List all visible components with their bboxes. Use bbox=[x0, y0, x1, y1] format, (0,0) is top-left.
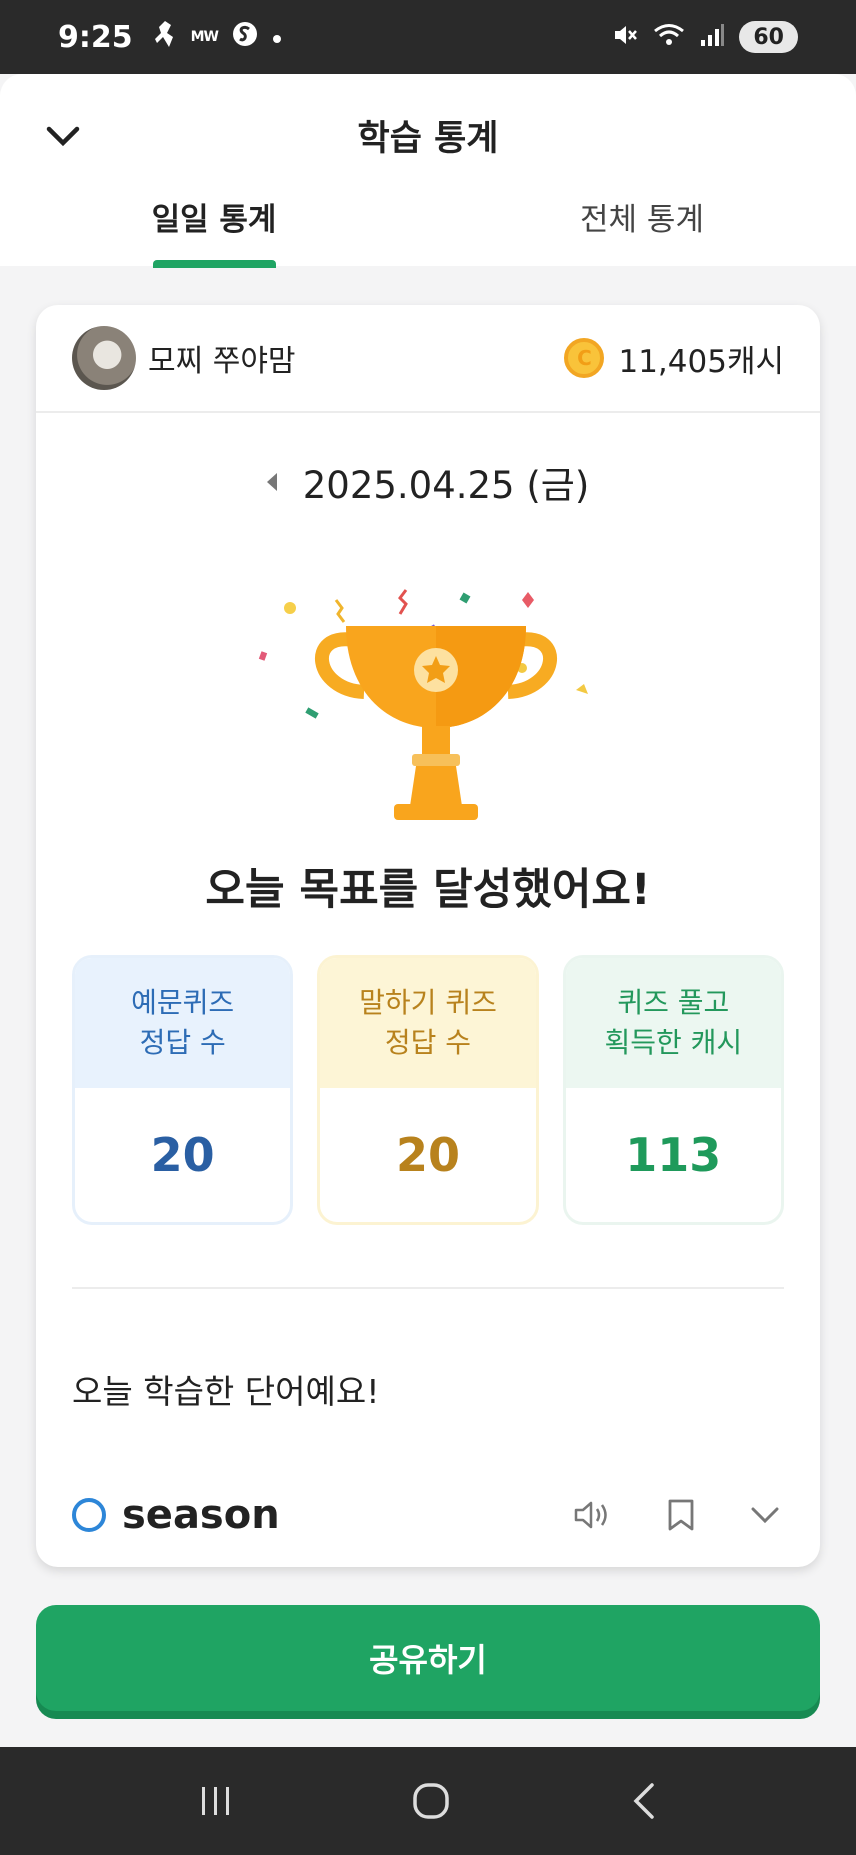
active-tab-indicator bbox=[153, 260, 276, 268]
runner-icon bbox=[151, 19, 177, 55]
dot-icon bbox=[272, 25, 282, 50]
trophy-icon bbox=[258, 589, 588, 820]
profile-name: 모찌 쭈야맘 bbox=[148, 344, 296, 379]
stat-value: 20 bbox=[395, 1128, 460, 1182]
signal-icon bbox=[699, 22, 725, 52]
status-left-icons: MW bbox=[151, 19, 282, 55]
system-nav-bar bbox=[0, 1747, 856, 1855]
avatar bbox=[72, 326, 136, 390]
mute-icon bbox=[611, 21, 639, 53]
divider bbox=[72, 1287, 784, 1289]
speaker-icon[interactable] bbox=[572, 1499, 612, 1531]
stat-label-line: 말하기 퀴즈 bbox=[359, 986, 497, 1019]
cash-balance: C 11,405캐시 bbox=[564, 336, 784, 381]
wifi-icon bbox=[653, 22, 685, 52]
battery-indicator: 60 bbox=[739, 21, 798, 53]
word-actions bbox=[572, 1498, 784, 1532]
stat-label: 예문퀴즈 정답 수 bbox=[75, 958, 291, 1088]
chevron-down-icon[interactable] bbox=[750, 1505, 780, 1525]
coin-icon: C bbox=[564, 338, 605, 378]
mw-icon: MW bbox=[190, 29, 219, 45]
word-status-circle[interactable] bbox=[72, 1498, 106, 1532]
goal-message: 오늘 목표를 달성했어요! bbox=[205, 865, 651, 915]
stat-value: 113 bbox=[625, 1128, 722, 1182]
bookmark-icon[interactable] bbox=[666, 1498, 696, 1532]
stat-label: 퀴즈 풀고 획득한 캐시 bbox=[565, 958, 781, 1088]
recent-apps-icon[interactable] bbox=[198, 1783, 234, 1819]
status-right-icons: 60 bbox=[611, 21, 798, 53]
stats-row: 예문퀴즈 정답 수 20 말하기 퀴즈 정답 수 20 퀴즈 풀고 획득한 캐시 bbox=[72, 955, 784, 1225]
word-list-item[interactable]: season bbox=[72, 1485, 784, 1545]
words-section-title: 오늘 학습한 단어예요! bbox=[72, 1372, 380, 1411]
tab-daily-stats[interactable]: 일일 통계 bbox=[0, 74, 428, 266]
stat-label-line: 예문퀴즈 bbox=[131, 986, 235, 1019]
stats-card: 모찌 쭈야맘 C 11,405캐시 2025.04.25 (금) 오늘 목표를 … bbox=[36, 305, 820, 1567]
stat-label: 말하기 퀴즈 정답 수 bbox=[320, 958, 536, 1088]
share-button[interactable]: 공유하기 bbox=[36, 1605, 820, 1711]
tab-label: 전체 통계 bbox=[580, 202, 704, 238]
stat-label-line: 획득한 캐시 bbox=[604, 1026, 743, 1059]
profile-row: 모찌 쭈야맘 C 11,405캐시 bbox=[36, 305, 820, 413]
stat-speaking-quiz: 말하기 퀴즈 정답 수 20 bbox=[317, 955, 539, 1225]
back-icon[interactable] bbox=[628, 1781, 658, 1821]
tab-total-stats[interactable]: 전체 통계 bbox=[428, 74, 856, 266]
trophy-illustration bbox=[236, 560, 636, 840]
stat-label-line: 퀴즈 풀고 bbox=[617, 986, 730, 1019]
stat-label-line: 정답 수 bbox=[384, 1026, 472, 1059]
header: 학습 통계 일일 통계 전체 통계 bbox=[0, 74, 856, 268]
stat-value: 20 bbox=[150, 1128, 215, 1182]
status-time: 9:25 bbox=[58, 19, 133, 55]
stat-quiz-cash: 퀴즈 풀고 획득한 캐시 113 bbox=[562, 955, 784, 1225]
tab-label: 일일 통계 bbox=[151, 202, 277, 238]
s-icon bbox=[232, 21, 258, 53]
cash-amount: 11,405캐시 bbox=[618, 343, 784, 380]
status-bar: 9:25 MW 60 bbox=[0, 0, 856, 74]
tab-bar: 일일 통계 전체 통계 bbox=[0, 74, 856, 266]
word-text: season bbox=[122, 1492, 280, 1538]
date-row: 2025.04.25 (금) bbox=[36, 455, 820, 509]
stat-label-line: 정답 수 bbox=[139, 1026, 226, 1059]
previous-date-icon[interactable] bbox=[266, 473, 277, 491]
stat-sentence-quiz: 예문퀴즈 정답 수 20 bbox=[72, 955, 294, 1225]
date-label: 2025.04.25 (금) bbox=[302, 464, 590, 507]
home-icon[interactable] bbox=[411, 1781, 451, 1821]
